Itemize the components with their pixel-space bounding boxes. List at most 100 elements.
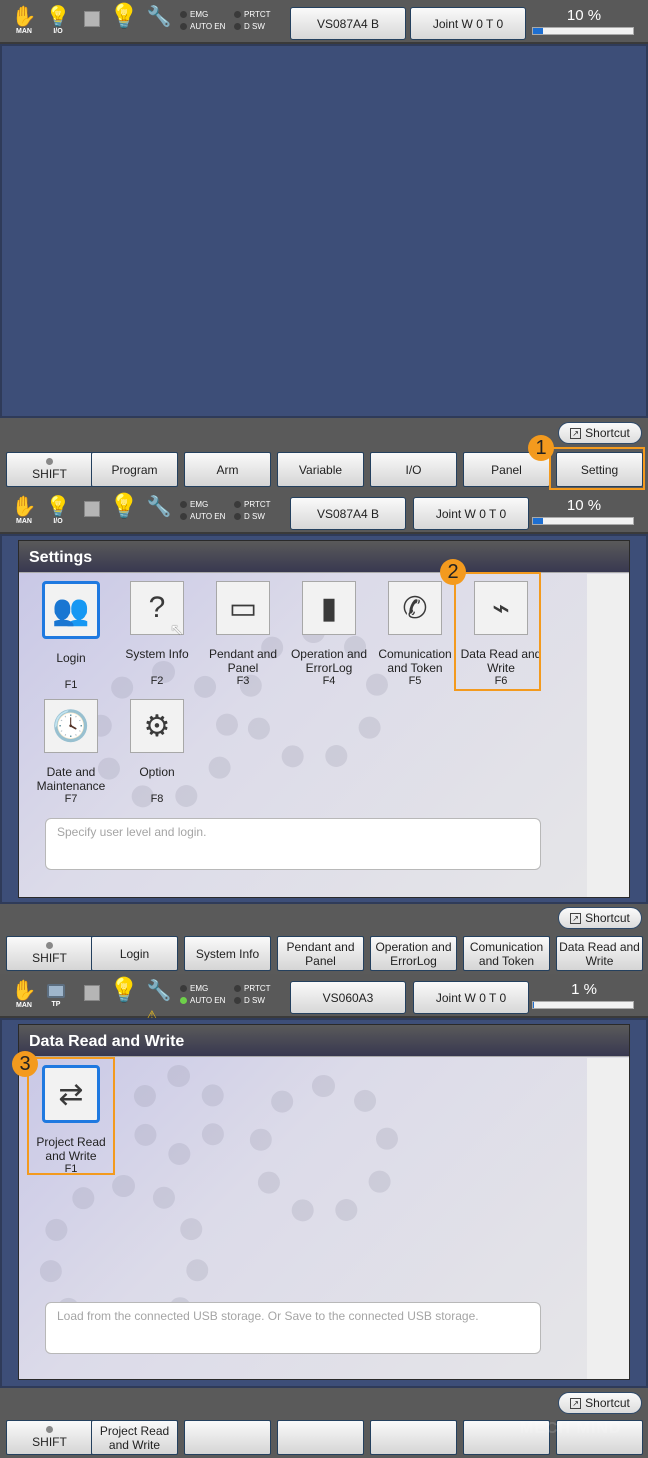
speed-bar <box>532 1001 634 1009</box>
indicator-emg: EMG <box>180 984 234 993</box>
pendant-icon <box>47 984 65 998</box>
joint-mode-button[interactable]: Joint W 0 T 0 <box>410 7 526 40</box>
hand-icon: ✋ <box>11 496 37 518</box>
function-key-button-f3[interactable] <box>277 1420 364 1455</box>
indicator-dsw: D SW <box>234 996 288 1005</box>
tile-label: Option <box>139 765 175 779</box>
status-bar: ✋ MAN 💡 I/O 💡 🔧 EMG PRTCT AUTO EN D SW VS0… <box>0 0 648 44</box>
callout-box-3 <box>27 1057 115 1175</box>
wrench-icon: 🔧 <box>146 6 172 28</box>
tile-operation-and-errorlog[interactable]: ▮ Operation and ErrorLog F4 <box>286 581 372 687</box>
tile-function-key: F7 <box>64 793 78 805</box>
bulb-icon: 💡 <box>45 496 71 518</box>
manual-mode-indicator: ✋ MAN <box>11 6 37 35</box>
shortcut-button[interactable]: ↗ Shortcut <box>558 1392 642 1414</box>
tile-option[interactable]: ⚙ Option F8 <box>114 699 200 805</box>
status-bar: ✋ MAN TP 💡 🔧⚠ EMG PRTCT AUTO EN D SW VS06… <box>0 974 648 1022</box>
indicator-prtct: PRTCT <box>234 984 288 993</box>
function-key-button-f4[interactable]: Operation and ErrorLog <box>370 936 457 971</box>
speed-bar <box>532 517 634 525</box>
function-key-button-f2[interactable]: System Info <box>184 936 271 971</box>
signal-indicators: EMG PRTCT AUTO EN D SW <box>180 984 288 1005</box>
hand-icon: ✋ <box>11 980 37 1002</box>
book-icon: ▮ <box>302 581 356 635</box>
pendant-icon: ▭ <box>216 581 270 635</box>
wrench-icon: 🔧 <box>146 496 172 518</box>
callout-number-1: 1 <box>528 435 554 461</box>
shift-led-icon <box>46 1426 53 1433</box>
tile-function-key: F4 <box>322 675 336 687</box>
tile-function-key: F5 <box>408 675 422 687</box>
lamp-icon: 💡 <box>109 977 139 1004</box>
robot-model-button[interactable]: VS060A3 <box>290 981 406 1014</box>
robot-model-button[interactable]: VS087A4 B <box>290 7 406 40</box>
maintenance-indicator: 🔧 <box>146 496 172 530</box>
tile-label: Date and Maintenance <box>36 765 106 793</box>
gears-icon: ⚙ <box>130 699 184 753</box>
speed-indicator[interactable]: 10 % <box>532 498 636 528</box>
tile-login[interactable]: 👥 Login F1 <box>28 581 114 691</box>
mouse-cursor-icon: ↖ <box>170 622 184 639</box>
callout-box-2 <box>454 572 541 691</box>
shortcut-icon: ↗ <box>570 427 582 439</box>
lamp-indicator: 💡 <box>109 493 139 530</box>
tile-label: System Info <box>125 647 189 661</box>
shortcut-button[interactable]: ↗ Shortcut <box>558 422 642 444</box>
maintenance-indicator: 🔧 <box>146 6 172 40</box>
shift-button[interactable]: SHIFT <box>6 1420 93 1455</box>
tile-label: Comunication and Token <box>378 647 452 675</box>
lamp-icon: 💡 <box>109 493 139 520</box>
shift-led-icon <box>46 942 53 949</box>
main-area <box>0 44 648 418</box>
indicator-auto-en: AUTO EN <box>180 512 234 521</box>
indicator-auto-en: AUTO EN <box>180 996 234 1005</box>
shortcut-icon: ↗ <box>570 1397 582 1409</box>
description-box: Specify user level and login. <box>45 818 541 870</box>
indicator-prtct: PRTCT <box>234 500 288 509</box>
function-key-button-f2[interactable] <box>184 1420 271 1455</box>
robot-model-button[interactable]: VS087A4 B <box>290 497 406 530</box>
tile-function-key: F3 <box>236 675 250 687</box>
description-box: Load from the connected USB storage. Or … <box>45 1302 541 1354</box>
indicator-emg: EMG <box>180 10 234 19</box>
indicator-emg: EMG <box>180 500 234 509</box>
tile-pendant-and-panel[interactable]: ▭ Pendant and Panel F3 <box>200 581 286 687</box>
tile-date-and-maintenance[interactable]: 🕓 Date and Maintenance F7 <box>28 699 114 805</box>
tile-comunication-and-token[interactable]: ✆ Comunication and Token F5 <box>372 581 458 687</box>
function-key-button-f6[interactable]: Data Read and Write <box>556 936 643 971</box>
joint-mode-button[interactable]: Joint W 0 T 0 <box>413 981 529 1014</box>
speed-indicator[interactable]: 1 % <box>532 982 636 1012</box>
shortcut-icon: ↗ <box>570 912 582 924</box>
hand-icon: ✋ <box>11 6 37 28</box>
speed-bar <box>532 27 634 35</box>
status-bar: ✋ MAN 💡 I/O 💡 🔧 EMG PRTCT AUTO EN D SW VS0… <box>0 490 648 534</box>
phone-icon: ✆ <box>388 581 442 635</box>
shift-button[interactable]: SHIFT <box>6 452 93 487</box>
function-key-button-f4[interactable] <box>370 1420 457 1455</box>
tile-function-key: F2 <box>150 675 164 687</box>
lamp-indicator: 💡 <box>109 5 139 40</box>
speed-indicator[interactable]: 10 % <box>532 8 636 38</box>
io-indicator: 💡 I/O <box>45 496 71 525</box>
manual-mode-indicator: ✋ MAN <box>11 496 37 525</box>
indicator-prtct: PRTCT <box>234 10 288 19</box>
stop-indicator <box>80 496 104 530</box>
function-key-button-f3[interactable]: Variable <box>277 452 364 487</box>
function-key-button-f4[interactable]: I/O <box>370 452 457 487</box>
function-key-button-f5[interactable]: Comunication and Token <box>463 936 550 971</box>
square-icon <box>84 11 100 27</box>
joint-mode-button[interactable]: Joint W 0 T 0 <box>413 497 529 530</box>
function-key-button-f1[interactable]: Program <box>91 452 178 487</box>
shift-button[interactable]: SHIFT <box>6 936 93 971</box>
callout-number-3: 3 <box>12 1051 38 1077</box>
function-key-button-f1[interactable]: Project Read and Write <box>91 1420 178 1455</box>
function-key-button-f3[interactable]: Pendant and Panel <box>277 936 364 971</box>
window-title: Settings <box>19 541 629 573</box>
io-indicator: 💡 I/O <box>45 6 71 35</box>
shortcut-button[interactable]: ↗ Shortcut <box>558 907 642 929</box>
function-key-button-f1[interactable]: Login <box>91 936 178 971</box>
function-key-button-f2[interactable]: Arm <box>184 452 271 487</box>
stop-indicator <box>80 980 104 1014</box>
stop-indicator <box>80 6 104 40</box>
tile-system-info[interactable]: ? System Info F2 <box>114 581 200 687</box>
